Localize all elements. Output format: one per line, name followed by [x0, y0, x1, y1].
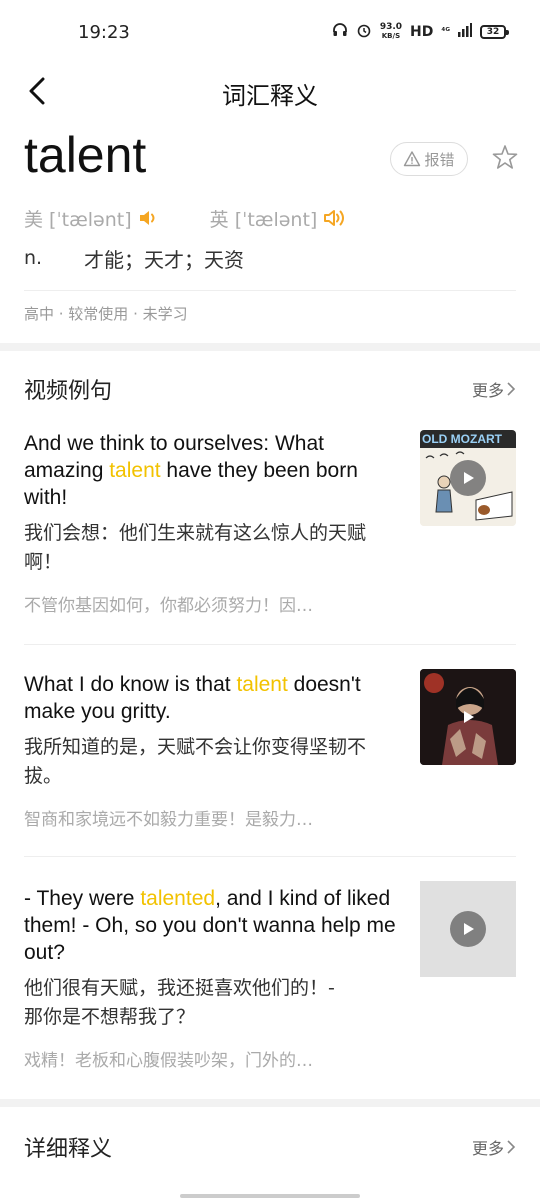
video-thumbnail[interactable] [420, 669, 516, 765]
more-label: 更多 [471, 1139, 504, 1158]
example-source: 智商和家境远不如毅力重要！是毅力… [24, 810, 313, 830]
more-label: 更多 [471, 381, 504, 400]
example-english: And we think to ourselves: What amazing … [24, 430, 396, 511]
highlighted-word: talent [236, 673, 288, 696]
definition-row: n. 才能；天才；天资 [24, 240, 516, 276]
section-gap [0, 1099, 540, 1107]
example-source: 不管你基因如何，你都必须努力！因… [24, 596, 313, 616]
video-example-item[interactable]: - They were talented, and I kind of like… [24, 857, 516, 1097]
example-chinese: 他们很有天赋，我还挺喜欢他们的！- 那你是不想帮我了？ [24, 977, 335, 1028]
report-error-label: 报错 [424, 150, 455, 169]
status-bar: 19:23 93.0 KB/S HD ⁴ᴳ 32 [0, 0, 540, 66]
example-english: - They were talented, and I kind of like… [24, 885, 396, 966]
example-text-part: What I do know is that [24, 673, 237, 696]
battery-icon: 32 [480, 25, 509, 39]
header: 词汇释义 [0, 66, 540, 120]
net-speed-value: 93.0 [379, 22, 403, 32]
details-section: 详细释义 更多 [0, 1107, 540, 1200]
example-source: 戏精！老板和心腹假装吵架，门外的… [24, 1051, 313, 1071]
battery-level: 32 [486, 27, 500, 37]
headphone-icon [332, 22, 348, 42]
video-example-item[interactable]: And we think to ourselves: What amazing … [24, 427, 516, 645]
uk-pronunciation[interactable]: 英 [ˈtælənt] [210, 205, 350, 232]
highlighted-word: talented [140, 887, 216, 910]
speaker-icon[interactable] [323, 207, 349, 229]
example-text-part: - They were [24, 887, 141, 910]
report-error-button[interactable]: 报错 [390, 142, 468, 176]
star-icon [492, 145, 518, 169]
section-title: 详细释义 [24, 1137, 113, 1162]
chevron-right-icon [507, 382, 516, 396]
more-button[interactable]: 更多 [472, 377, 516, 401]
signal-type: ⁴ᴳ [441, 27, 450, 37]
word-card: talent 报错 美 [ˈtælənt] 英 [ˈtælənt] n. 才能；… [0, 120, 540, 343]
warning-icon [404, 151, 421, 167]
us-pronunciation[interactable]: 美 [ˈtælənt] [24, 205, 164, 232]
us-phonetic: 美 [ˈtælənt] [24, 208, 132, 231]
alarm-icon [356, 22, 372, 42]
net-speed: 93.0 KB/S [380, 23, 402, 41]
thumbnail-caption: OLD MOZART [422, 432, 502, 446]
headword: talent [24, 127, 147, 183]
video-example-item[interactable]: What I do know is that talent doesn't ma… [24, 645, 516, 857]
divider [24, 290, 516, 291]
video-thumbnail[interactable] [420, 881, 516, 977]
play-icon[interactable] [450, 699, 486, 735]
play-icon[interactable] [450, 460, 486, 496]
play-icon[interactable] [450, 911, 486, 947]
favorite-button[interactable] [490, 142, 520, 172]
word-tags: 高中 · 较常使用 · 未学习 [24, 305, 188, 323]
status-time: 19:23 [78, 22, 130, 43]
section-gap [0, 343, 540, 351]
example-chinese: 我所知道的是，天赋不会让你变得坚韧不拔。 [24, 736, 367, 787]
pronunciation-row: 美 [ˈtælənt] 英 [ˈtælənt] [24, 196, 516, 240]
more-button[interactable]: 更多 [472, 1135, 516, 1159]
hd-label: HD [410, 24, 434, 40]
home-indicator[interactable] [180, 1194, 360, 1198]
speaker-icon[interactable] [138, 207, 164, 229]
part-of-speech: n. [24, 247, 43, 269]
signal-bars-icon [458, 23, 472, 41]
uk-phonetic: 英 [ˈtælənt] [209, 208, 318, 231]
video-examples-section: 视频例句 更多 And we think to ourselves: What … [0, 351, 540, 1099]
definition-text: 才能；天才；天资 [84, 247, 244, 272]
page-title: 词汇释义 [222, 82, 318, 110]
video-thumbnail[interactable]: OLD MOZART [420, 430, 516, 526]
example-chinese: 我们会想：他们生来就有这么惊人的天赋啊！ [24, 522, 367, 573]
chevron-right-icon [507, 1140, 516, 1154]
section-title: 视频例句 [24, 379, 113, 404]
status-icons: 93.0 KB/S HD ⁴ᴳ 32 [332, 22, 509, 42]
net-speed-unit: KB/S [381, 32, 401, 40]
highlighted-word: talent [109, 459, 161, 482]
example-english: What I do know is that talent doesn't ma… [24, 671, 396, 725]
